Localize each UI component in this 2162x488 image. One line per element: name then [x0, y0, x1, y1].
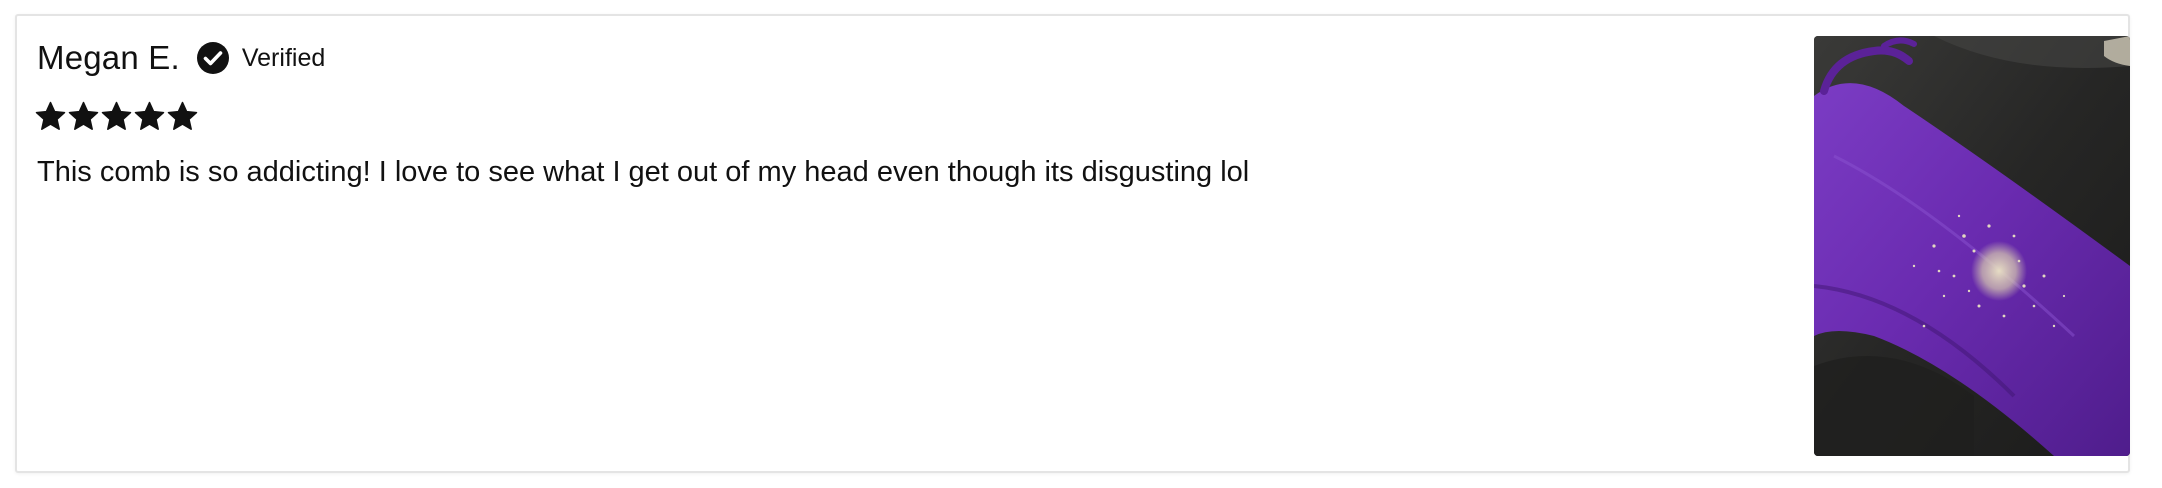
review-card: Megan E. Verified This comb is so addict… [15, 14, 2130, 473]
star-icon [167, 101, 198, 132]
star-icon [35, 101, 66, 132]
review-text: This comb is so addicting! I love to see… [37, 156, 1250, 188]
star-rating [35, 101, 198, 132]
star-icon [68, 101, 99, 132]
review-photo[interactable] [1814, 36, 2130, 456]
review-photo-image [1814, 36, 2130, 456]
reviewer-name: Megan E. [37, 39, 180, 76]
star-icon [134, 101, 165, 132]
verified-label: Verified [241, 43, 326, 72]
review-header: Megan E. Verified [37, 38, 325, 78]
verified-check-icon [196, 41, 230, 75]
star-icon [101, 101, 132, 132]
